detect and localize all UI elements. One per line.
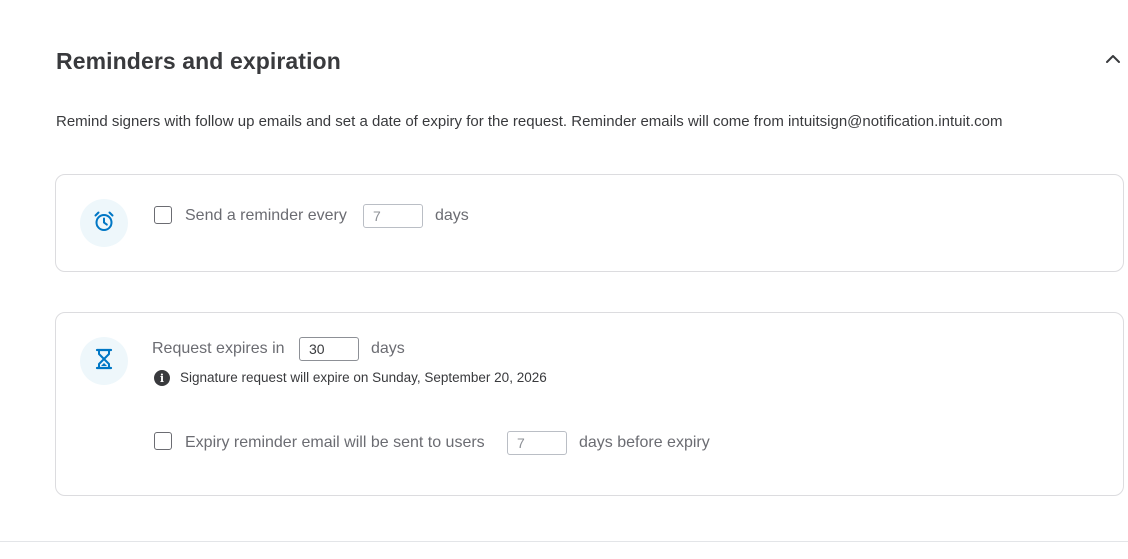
expiry-reminder-days-input[interactable] [507, 431, 567, 455]
section-divider [0, 541, 1128, 542]
chevron-up-icon [1105, 51, 1121, 69]
info-icon: i [154, 370, 170, 386]
reminder-days-label: days [435, 207, 469, 224]
alarm-clock-icon [92, 209, 116, 238]
expiry-reminder-checkbox[interactable] [154, 432, 172, 450]
expiration-days-label: days [371, 340, 405, 357]
reminder-days-input[interactable] [363, 204, 423, 228]
expiration-card: Request expires in days i Signature requ… [55, 312, 1124, 496]
expiration-info-text: Signature request will expire on Sunday,… [180, 370, 547, 385]
reminder-icon-badge [80, 199, 128, 247]
reminder-label: Send a reminder every [185, 207, 347, 224]
expiration-label: Request expires in [152, 340, 285, 357]
collapse-section-button[interactable] [1100, 48, 1126, 72]
expiration-days-input[interactable] [299, 337, 359, 361]
expiry-reminder-label: Expiry reminder email will be sent to us… [185, 434, 485, 451]
expiration-icon-badge [80, 337, 128, 385]
section-description: Remind signers with follow up emails and… [56, 113, 1003, 130]
reminder-checkbox[interactable] [154, 206, 172, 224]
reminder-card: Send a reminder every days [55, 174, 1124, 272]
section-title: Reminders and expiration [56, 48, 341, 74]
hourglass-icon [93, 347, 115, 376]
expiry-reminder-days-label: days before expiry [579, 434, 710, 451]
